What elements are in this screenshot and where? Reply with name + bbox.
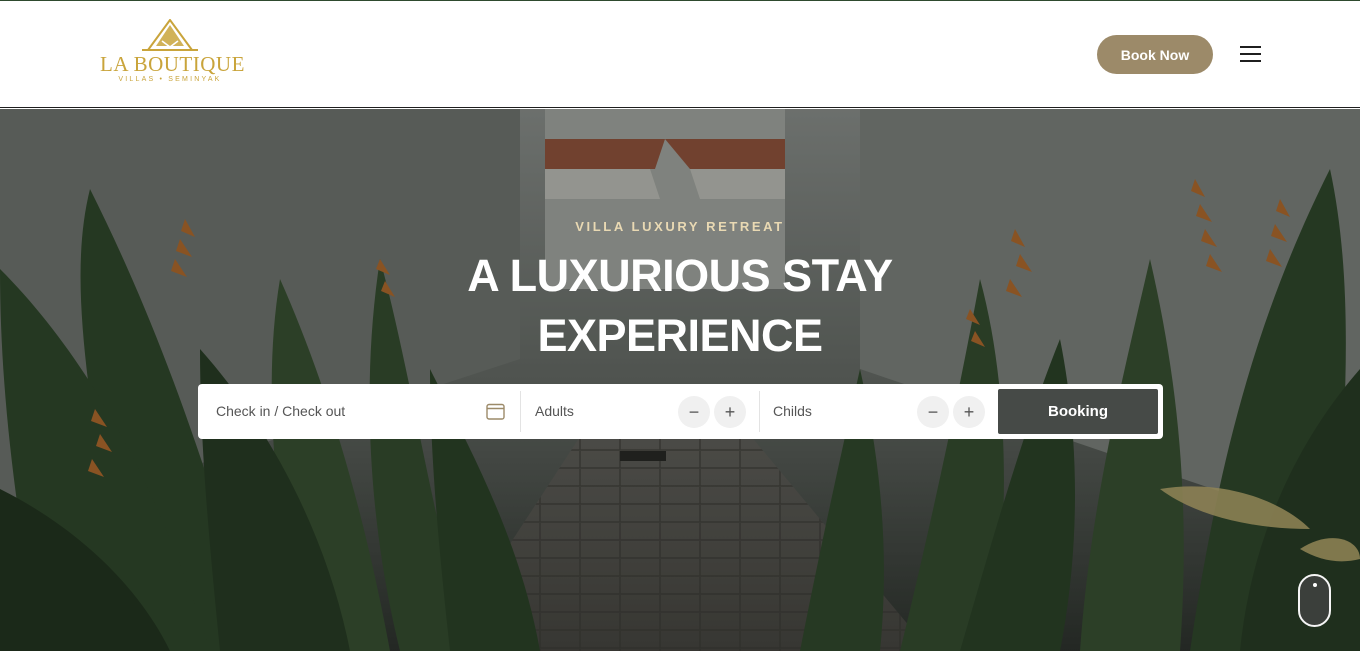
adults-label: Adults: [535, 403, 574, 419]
dates-placeholder: Check in / Check out: [216, 403, 346, 419]
adults-decrement-button[interactable]: −: [678, 396, 710, 428]
hero-headline-line-1: A LUXURIOUS STAY: [467, 250, 893, 301]
hero-dark-overlay: [0, 109, 1360, 651]
hero-headline-line-2: EXPERIENCE: [537, 310, 823, 361]
hero-eyebrow: VILLA LUXURY RETREAT: [575, 219, 785, 234]
site-header: LA BOUTIQUE VILLAS • SEMINYAK Book Now: [0, 1, 1360, 108]
mountain-logo-icon: [142, 19, 198, 51]
brand-logo[interactable]: LA BOUTIQUE VILLAS • SEMINYAK: [100, 19, 245, 94]
childs-field: Childs − +: [760, 384, 996, 439]
calendar-icon[interactable]: [486, 403, 505, 420]
mouse-scroll-icon[interactable]: [1298, 574, 1331, 627]
brand-tagline: VILLAS • SEMINYAK: [118, 76, 222, 83]
hamburger-menu-icon[interactable]: [1237, 42, 1263, 66]
book-now-button[interactable]: Book Now: [1097, 35, 1213, 74]
booking-submit-button[interactable]: Booking: [998, 389, 1158, 434]
brand-name: LA BOUTIQUE: [100, 52, 245, 76]
hero-section: VILLA LUXURY RETREAT A LUXURIOUS STAY EX…: [0, 109, 1360, 651]
scroll-dot: [1313, 583, 1317, 587]
hero-headline: A LUXURIOUS STAY EXPERIENCE: [380, 246, 980, 366]
adults-field: Adults − +: [521, 384, 759, 439]
dates-field[interactable]: Check in / Check out: [198, 384, 520, 439]
booking-search-bar: Check in / Check out Adults − + Childs −…: [198, 384, 1163, 439]
adults-increment-button[interactable]: +: [714, 396, 746, 428]
childs-decrement-button[interactable]: −: [917, 396, 949, 428]
childs-label: Childs: [773, 403, 812, 419]
childs-increment-button[interactable]: +: [953, 396, 985, 428]
